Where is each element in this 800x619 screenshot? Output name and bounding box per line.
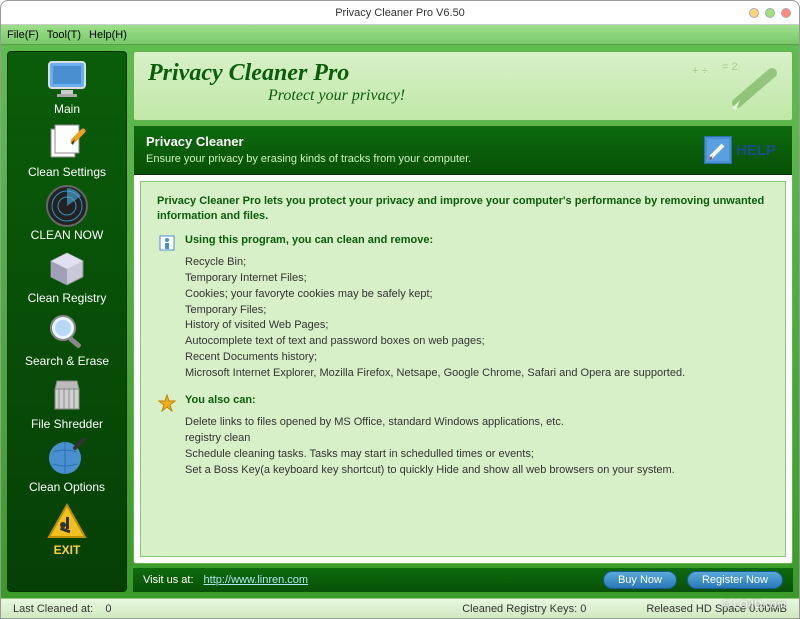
subheading-also-can: You also can: — [185, 394, 256, 412]
status-registry-value: 0 — [580, 603, 586, 615]
intro-text: Privacy Cleaner Pro lets you protect you… — [157, 194, 769, 224]
list-item: Autocomplete text of text and password b… — [185, 334, 769, 350]
sidebar-item-label: Clean Options — [29, 480, 105, 494]
list-item: registry clean — [185, 431, 769, 447]
also-can-list: Delete links to files opened by MS Offic… — [185, 415, 769, 479]
app-banner: Privacy Cleaner Pro Protect your privacy… — [133, 51, 793, 121]
content-panel: Privacy Cleaner Ensure your privacy by e… — [133, 125, 793, 564]
menubar: File(F) Tool(T) Help(H) — [1, 25, 799, 45]
sidebar-item-file-shredder[interactable]: File Shredder — [8, 371, 126, 434]
main-panel: Privacy Cleaner Pro Protect your privacy… — [133, 51, 793, 592]
sidebar-item-label: Clean Registry — [28, 291, 107, 305]
sidebar-item-label: File Shredder — [31, 417, 103, 431]
status-hd-value: 0.00MB — [749, 603, 787, 615]
magnifier-icon — [43, 311, 91, 353]
sidebar-item-clean-options[interactable]: Clean Options — [8, 434, 126, 497]
list-item: History of visited Web Pages; — [185, 318, 769, 334]
titlebar: Privacy Cleaner Pro V6.50 — [1, 1, 799, 25]
list-item: Schedule cleaning tasks. Tasks may start… — [185, 447, 769, 463]
monitor-icon — [43, 59, 91, 101]
visit-prefix: Visit us at: — [143, 574, 194, 586]
menu-help[interactable]: Help(H) — [89, 29, 127, 41]
footer-bar: Visit us at: http://www.linren.com Buy N… — [133, 568, 793, 592]
svg-text:= 2: = 2 — [722, 61, 738, 73]
registry-cube-icon — [43, 248, 91, 290]
list-item: Recent Documents history; — [185, 350, 769, 366]
section-description: Ensure your privacy by erasing kinds of … — [146, 153, 700, 165]
close-button[interactable] — [781, 8, 791, 18]
sidebar-item-search-erase[interactable]: Search & Erase — [8, 308, 126, 371]
register-now-button[interactable]: Register Now — [687, 571, 783, 589]
buy-now-button[interactable]: Buy Now — [603, 571, 677, 589]
list-item: Recycle Bin; — [185, 255, 769, 271]
section-title: Privacy Cleaner — [146, 134, 700, 149]
content-body: Privacy Cleaner Pro lets you protect you… — [140, 181, 786, 557]
sidebar-item-clean-now[interactable]: CLEAN NOW — [8, 182, 126, 245]
sidebar: Main Clean Settings CLEAN NOW Clean Regi… — [7, 51, 127, 592]
statusbar: Last Cleaned at: 0 Cleaned Registry Keys… — [1, 598, 799, 618]
maximize-button[interactable] — [765, 8, 775, 18]
subheading-clean-remove: Using this program, you can clean and re… — [185, 234, 433, 252]
sidebar-item-label: CLEAN NOW — [31, 228, 104, 242]
app-body: Main Clean Settings CLEAN NOW Clean Regi… — [1, 45, 799, 598]
list-item: Temporary Internet Files; — [185, 271, 769, 287]
radar-icon — [43, 185, 91, 227]
menu-file[interactable]: File(F) — [7, 29, 39, 41]
app-window: Privacy Cleaner Pro V6.50 File(F) Tool(T… — [0, 0, 800, 619]
list-item: Microsoft Internet Explorer, Mozilla Fir… — [185, 366, 769, 382]
sidebar-item-label: EXIT — [54, 543, 81, 557]
info-icon — [157, 234, 177, 252]
window-controls — [749, 8, 791, 18]
list-item: Set a Boss Key(a keyboard key shortcut) … — [185, 463, 769, 479]
sidebar-item-label: Search & Erase — [25, 354, 109, 368]
sidebar-item-exit[interactable]: EXIT — [8, 497, 126, 560]
list-item: Cookies; your favoryte cookies may be sa… — [185, 287, 769, 303]
status-last-cleaned-label: Last Cleaned at: — [13, 603, 93, 615]
sidebar-item-label: Clean Settings — [28, 165, 106, 179]
status-hd-label: Released HD Space — [646, 603, 746, 615]
clean-remove-list: Recycle Bin; Temporary Internet Files; C… — [185, 255, 769, 383]
shredder-icon — [43, 374, 91, 416]
sidebar-item-clean-registry[interactable]: Clean Registry — [8, 245, 126, 308]
sidebar-item-clean-settings[interactable]: Clean Settings — [8, 119, 126, 182]
visit-link[interactable]: http://www.linren.com — [204, 574, 309, 586]
sidebar-item-label: Main — [54, 102, 80, 116]
banner-decoration-icon: + ÷ = 2 — [682, 58, 782, 116]
status-registry-label: Cleaned Registry Keys: — [462, 603, 577, 615]
menu-tool[interactable]: Tool(T) — [47, 29, 81, 41]
help-button[interactable]: HELP — [700, 134, 780, 166]
help-label: HELP — [736, 142, 776, 159]
section-header: Privacy Cleaner Ensure your privacy by e… — [134, 126, 792, 175]
svg-text:+ ÷: + ÷ — [692, 65, 708, 77]
help-icon — [704, 136, 732, 164]
window-title: Privacy Cleaner Pro V6.50 — [1, 7, 799, 19]
settings-papers-icon — [43, 122, 91, 164]
list-item: Delete links to files opened by MS Offic… — [185, 415, 769, 431]
sidebar-item-main[interactable]: Main — [8, 56, 126, 119]
globe-pen-icon — [43, 437, 91, 479]
list-item: Temporary Files; — [185, 303, 769, 319]
star-icon — [157, 394, 177, 412]
minimize-button[interactable] — [749, 8, 759, 18]
status-last-cleaned-value: 0 — [105, 603, 111, 615]
exit-warning-icon — [43, 500, 91, 542]
